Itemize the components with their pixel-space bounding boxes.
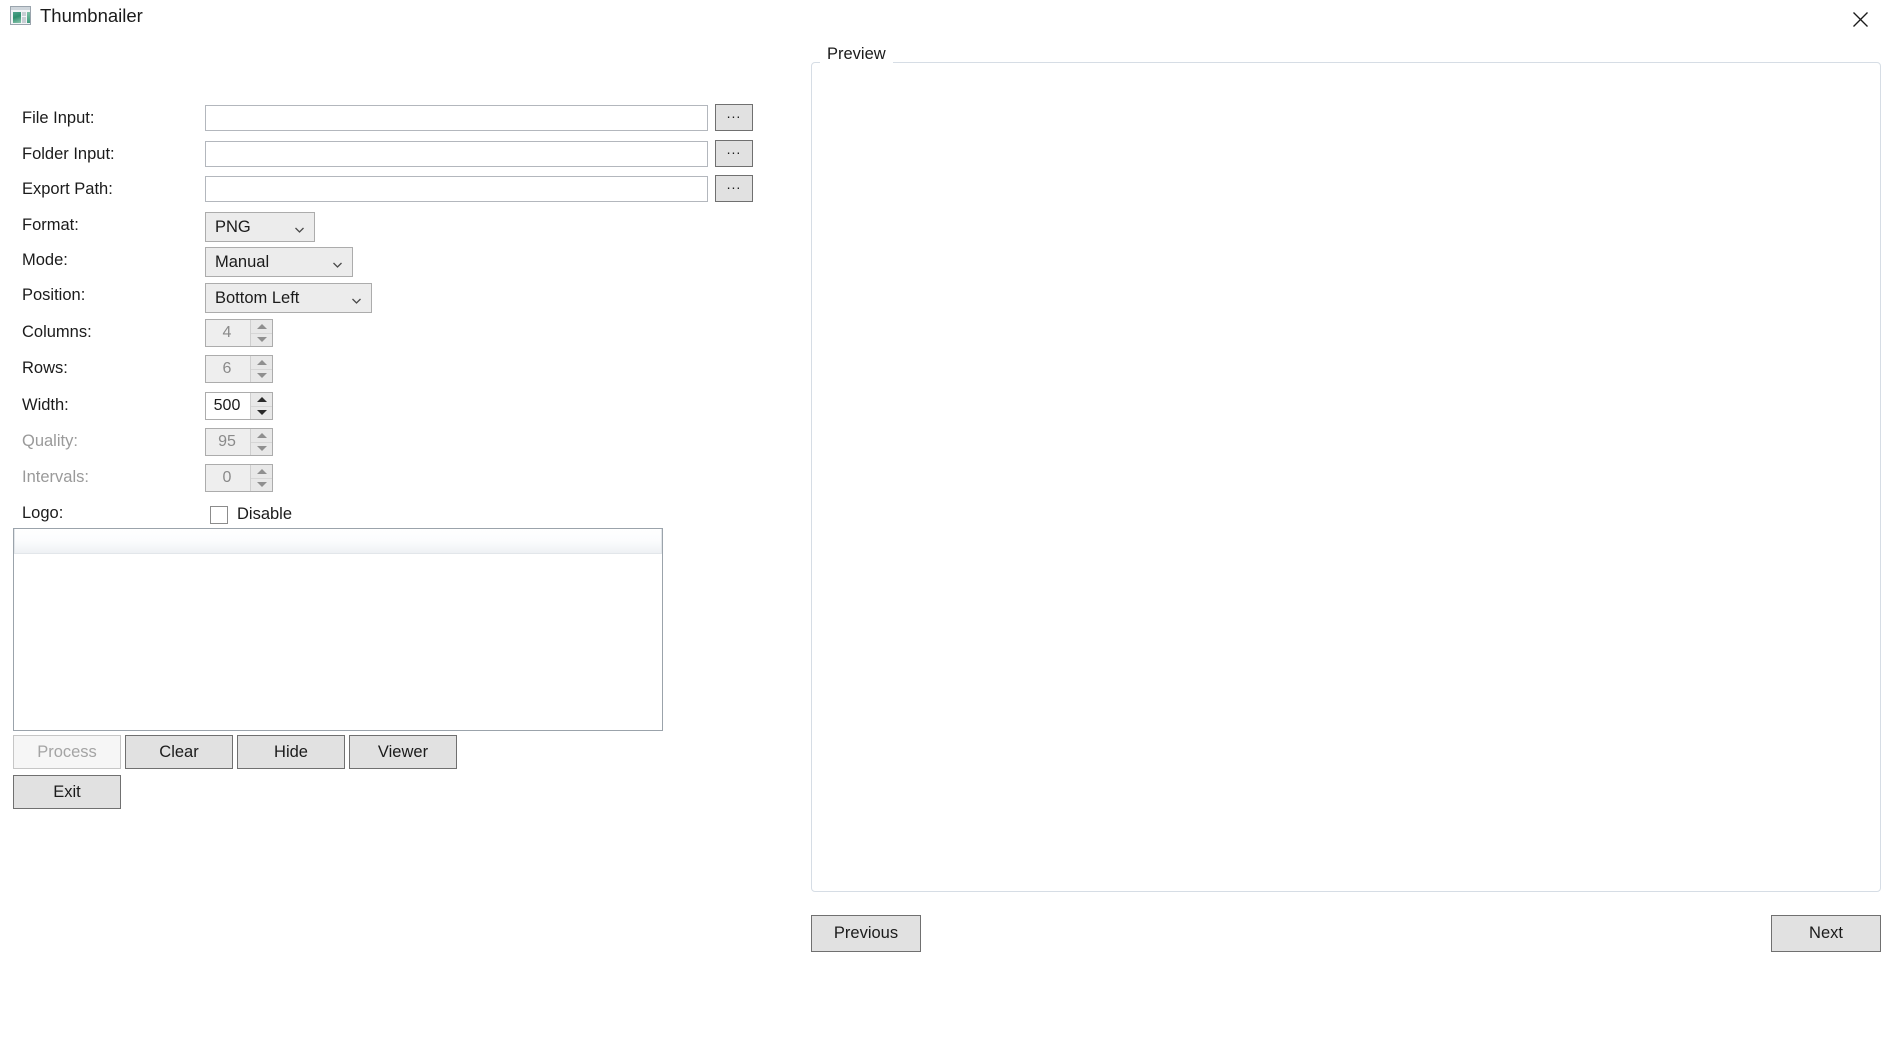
rows-stepper-buttons [250,356,272,382]
triangle-up-icon [256,468,267,474]
rows-value: 6 [206,356,250,382]
label-mode: Mode: [22,251,68,269]
application-window: Thumbnailer File Input: ... Folder Input… [0,0,1892,1061]
position-combobox[interactable]: Bottom Left [205,283,372,313]
label-rows: Rows: [22,359,68,377]
hide-button[interactable]: Hide [237,735,345,769]
width-value: 500 [213,397,241,414]
title-bar: Thumbnailer [0,0,1892,40]
export-path-browse-button[interactable]: ... [715,175,753,202]
quality-stepper-buttons [250,429,272,455]
file-list-body[interactable] [14,554,662,730]
width-stepper[interactable]: 500 [205,392,273,420]
logo-disable-label: Disable [237,505,293,523]
triangle-up-icon [256,432,267,438]
triangle-down-icon [256,482,267,488]
file-list-column-header[interactable] [14,529,662,553]
rows-stepper[interactable]: 6 [205,355,273,383]
chevron-down-icon [294,222,305,233]
quality-increment-button [251,429,272,443]
folder-input-field[interactable] [205,141,708,167]
preview-canvas[interactable] [812,63,1880,891]
logo-disable-checkbox[interactable]: Disable [210,505,292,524]
intervals-stepper-buttons [250,465,272,491]
mode-combobox-value: Manual [215,252,270,271]
preview-panel-legend: Preview [820,44,893,64]
quality-stepper: 95 [205,428,273,456]
columns-stepper-buttons [250,320,272,346]
triangle-down-icon [256,373,267,379]
folder-input-browse-label: ... [726,141,742,157]
width-stepper-buttons [250,393,272,419]
folder-input-browse-button[interactable]: ... [715,140,753,167]
file-input-browse-label: ... [726,105,742,121]
columns-decrement-button[interactable] [251,333,272,346]
format-combobox-value: PNG [215,217,251,236]
viewer-button[interactable]: Viewer [349,735,457,769]
rows-decrement-button[interactable] [251,369,272,382]
export-path-field[interactable] [205,176,708,202]
triangle-down-icon [256,337,267,343]
file-input-field[interactable] [205,105,708,131]
quality-decrement-button [251,442,272,455]
intervals-decrement-button [251,478,272,491]
window-title: Thumbnailer [40,5,143,26]
process-button[interactable]: Process [13,735,121,769]
intervals-increment-button [251,465,272,479]
file-list-header [14,529,662,554]
label-folder-input: Folder Input: [22,145,115,163]
columns-increment-button[interactable] [251,320,272,334]
triangle-up-icon [256,359,267,365]
chevron-down-icon [332,257,343,268]
triangle-up-icon [256,323,267,329]
next-button[interactable]: Next [1771,915,1881,952]
file-input-browse-button[interactable]: ... [715,104,753,131]
intervals-value: 0 [206,465,250,491]
triangle-up-icon [256,396,267,402]
label-quality: Quality: [22,432,78,450]
clear-button[interactable]: Clear [125,735,233,769]
position-combobox-value: Bottom Left [215,288,300,307]
export-path-browse-label: ... [726,176,742,192]
label-export-path: Export Path: [22,180,113,198]
triangle-down-icon [256,446,267,452]
columns-stepper[interactable]: 4 [205,319,273,347]
previous-button[interactable]: Previous [811,915,921,952]
exit-button[interactable]: Exit [13,775,121,809]
rows-increment-button[interactable] [251,356,272,370]
quality-value: 95 [206,429,250,455]
close-icon[interactable] [1828,0,1892,38]
label-format: Format: [22,216,79,234]
label-intervals: Intervals: [22,468,89,486]
label-file-input: File Input: [22,109,95,127]
triangle-down-icon [256,410,267,416]
format-combobox[interactable]: PNG [205,212,315,242]
label-logo: Logo: [22,504,64,522]
columns-value: 4 [206,320,250,346]
thumbnail-grid-icon [10,6,31,25]
width-decrement-button[interactable] [251,406,272,419]
file-list[interactable] [13,528,663,731]
intervals-stepper: 0 [205,464,273,492]
label-width: Width: [22,396,69,414]
label-position: Position: [22,286,86,304]
checkbox-box-icon [210,505,228,524]
mode-combobox[interactable]: Manual [205,247,353,277]
preview-panel [811,62,1881,892]
title-bar-left: Thumbnailer [10,6,143,25]
width-increment-button[interactable] [251,393,272,407]
label-columns: Columns: [22,323,92,341]
chevron-down-icon [351,293,362,304]
